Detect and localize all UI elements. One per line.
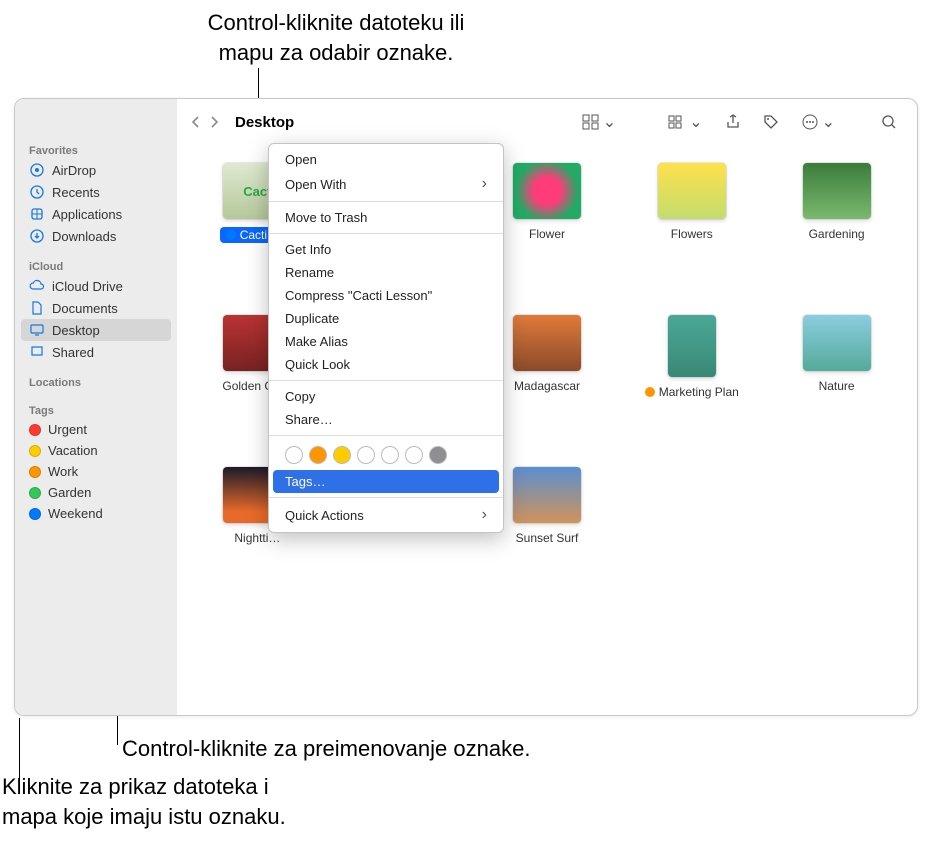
file-gardening[interactable]: Gardening: [770, 163, 903, 303]
annotation-mid: Control-kliknite za preimenovanje oznake…: [122, 734, 530, 764]
window-title: Desktop: [235, 114, 294, 131]
tag-dot-red: [29, 424, 41, 436]
file-label: Sunset Surf: [516, 531, 579, 545]
sidebar-tag-urgent[interactable]: Urgent: [15, 419, 177, 440]
ctx-tags[interactable]: Tags…: [273, 470, 499, 493]
ctx-tag-row: [269, 440, 503, 470]
tags-button[interactable]: [755, 110, 787, 134]
sidebar-item-downloads[interactable]: Downloads: [15, 225, 177, 247]
ctx-tag-none[interactable]: [285, 446, 303, 464]
tag-dot-blue: [226, 230, 236, 240]
file-label: Nature: [819, 379, 855, 393]
file-label: Gardening: [809, 227, 865, 241]
shared-icon: [29, 344, 45, 360]
file-thumb: [803, 163, 871, 219]
ctx-tag-gray[interactable]: [429, 446, 447, 464]
sidebar-item-applications[interactable]: Applications: [15, 203, 177, 225]
ctx-separator: [269, 201, 503, 202]
tag-dot-orange: [29, 466, 41, 478]
file-flowers[interactable]: Flowers: [625, 163, 758, 303]
callout-line: [19, 718, 20, 780]
desktop-icon: [29, 322, 45, 338]
file-label: Nightti…: [234, 531, 280, 545]
chevron-down-icon: ⌄: [689, 112, 702, 132]
search-button[interactable]: [873, 110, 905, 134]
sidebar-tag-garden[interactable]: Garden: [15, 482, 177, 503]
file-thumb: [513, 163, 581, 219]
file-thumb: [803, 315, 871, 371]
context-menu: Open Open With Move to Trash Get Info Re…: [268, 143, 504, 533]
forward-button[interactable]: [207, 114, 221, 130]
document-icon: [29, 300, 45, 316]
ctx-quick-look[interactable]: Quick Look: [269, 353, 503, 376]
ctx-duplicate[interactable]: Duplicate: [269, 307, 503, 330]
group-button[interactable]: ⌄: [660, 108, 710, 136]
toolbar: Desktop ⌄ ⌄ ⌄: [177, 99, 917, 145]
view-icon-button[interactable]: ⌄: [574, 108, 624, 136]
sidebar-item-recents[interactable]: Recents: [15, 181, 177, 203]
cloud-icon: [29, 278, 45, 294]
more-button[interactable]: ⌄: [793, 108, 843, 136]
sidebar-head-tags: Tags: [15, 399, 177, 419]
ctx-separator: [269, 435, 503, 436]
ctx-make-alias[interactable]: Make Alias: [269, 330, 503, 353]
back-button[interactable]: [189, 114, 203, 130]
sidebar-head-icloud: iCloud: [15, 255, 177, 275]
sidebar-item-airdrop[interactable]: AirDrop: [15, 159, 177, 181]
ctx-open[interactable]: Open: [269, 148, 503, 171]
ctx-trash[interactable]: Move to Trash: [269, 206, 503, 229]
annotation-top: Control-kliknite datoteku ilimapu za oda…: [176, 8, 496, 67]
ctx-separator: [269, 233, 503, 234]
ctx-tag-empty[interactable]: [357, 446, 375, 464]
file-marketing[interactable]: Marketing Plan: [625, 315, 758, 455]
file-label: Madagascar: [514, 379, 580, 393]
sidebar: Favorites AirDrop Recents Applications D…: [15, 99, 177, 715]
file-label: Flowers: [671, 227, 713, 241]
downloads-icon: [29, 228, 45, 244]
file-thumb: [668, 315, 716, 377]
chevron-down-icon: ⌄: [822, 112, 835, 132]
airdrop-icon: [29, 162, 45, 178]
ctx-open-with[interactable]: Open With: [269, 171, 503, 197]
clock-icon: [29, 184, 45, 200]
tag-dot-blue: [29, 508, 41, 520]
annotation-bot: Kliknite za prikaz datoteka imapa koje i…: [2, 772, 286, 831]
file-thumb: [513, 467, 581, 523]
applications-icon: [29, 206, 45, 222]
ctx-copy[interactable]: Copy: [269, 385, 503, 408]
ctx-share[interactable]: Share…: [269, 408, 503, 431]
sidebar-item-desktop[interactable]: Desktop: [21, 319, 171, 341]
sidebar-item-icloud-drive[interactable]: iCloud Drive: [15, 275, 177, 297]
sidebar-tag-work[interactable]: Work: [15, 461, 177, 482]
file-label: Flower: [529, 227, 565, 241]
sidebar-item-shared[interactable]: Shared: [15, 341, 177, 363]
sidebar-tag-vacation[interactable]: Vacation: [15, 440, 177, 461]
chevron-updown-icon: ⌄: [603, 112, 616, 132]
ctx-tag-orange[interactable]: [309, 446, 327, 464]
ctx-separator: [269, 380, 503, 381]
file-label: Marketing Plan: [659, 385, 739, 399]
sidebar-head-locations: Locations: [15, 371, 177, 391]
ctx-get-info[interactable]: Get Info: [269, 238, 503, 261]
ctx-separator: [269, 497, 503, 498]
sidebar-tag-weekend[interactable]: Weekend: [15, 503, 177, 524]
ctx-tag-empty[interactable]: [405, 446, 423, 464]
ctx-compress[interactable]: Compress "Cacti Lesson": [269, 284, 503, 307]
ctx-tag-empty[interactable]: [381, 446, 399, 464]
ctx-quick-actions[interactable]: Quick Actions: [269, 502, 503, 528]
share-button[interactable]: [717, 110, 749, 134]
tag-dot-yellow: [29, 445, 41, 457]
sidebar-item-documents[interactable]: Documents: [15, 297, 177, 319]
file-thumb: [658, 163, 726, 219]
tag-dot-orange: [645, 387, 655, 397]
file-thumb: [513, 315, 581, 371]
file-nature[interactable]: Nature: [770, 315, 903, 455]
ctx-rename[interactable]: Rename: [269, 261, 503, 284]
ctx-tag-yellow[interactable]: [333, 446, 351, 464]
sidebar-head-favorites: Favorites: [15, 139, 177, 159]
tag-dot-green: [29, 487, 41, 499]
